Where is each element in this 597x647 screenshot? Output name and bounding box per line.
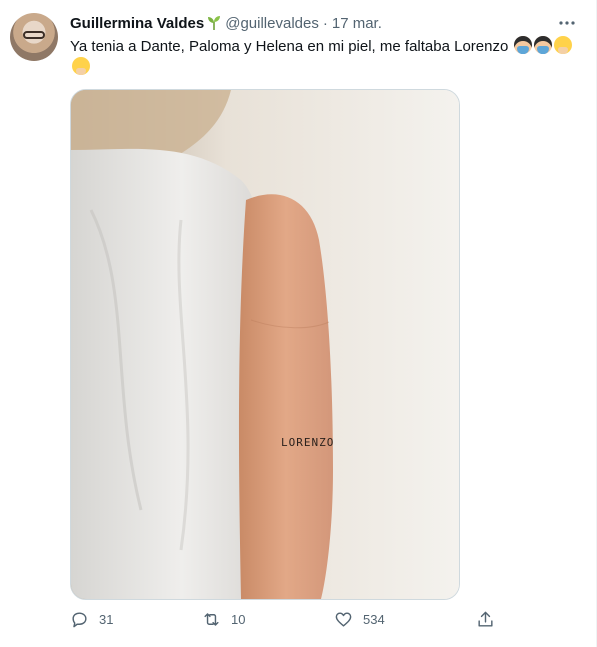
avatar[interactable] xyxy=(10,13,58,61)
more-options-icon[interactable] xyxy=(556,12,578,34)
share-icon xyxy=(478,611,493,627)
person-gesturing-no-icon xyxy=(554,36,573,54)
tweet-card[interactable]: Guillermina Valdes @guillevaldes · 17 ma… xyxy=(0,0,597,647)
person-gesturing-no-icon xyxy=(514,36,533,54)
seedling-icon xyxy=(208,16,221,30)
tweet-photo[interactable]: LORENZO xyxy=(70,89,460,600)
person-gesturing-no-icon xyxy=(72,57,90,75)
tweet-date[interactable]: 17 mar. xyxy=(332,15,382,32)
author-handle[interactable]: @guillevaldes xyxy=(225,15,319,32)
tweet-text: Ya tenia a Dante, Paloma y Helena en mi … xyxy=(70,38,509,55)
retweet-button[interactable]: 10 xyxy=(202,610,245,629)
person-gesturing-no-icon xyxy=(534,36,553,54)
avatar-glasses xyxy=(23,31,45,39)
separator-dot: · xyxy=(322,14,328,32)
tattoo-photo-illustration: LORENZO xyxy=(71,90,459,599)
reply-count: 31 xyxy=(99,612,114,627)
like-button[interactable]: 534 xyxy=(334,610,385,629)
retweet-icon xyxy=(204,613,219,626)
tattoo-text: LORENZO xyxy=(281,436,334,449)
reply-button[interactable]: 31 xyxy=(70,610,113,629)
retweet-count: 10 xyxy=(231,612,246,627)
tweet-header: Guillermina Valdes @guillevaldes · 17 ma… xyxy=(70,13,382,33)
reply-icon xyxy=(72,612,87,628)
tweet-text-block: Ya tenia a Dante, Paloma y Helena en mi … xyxy=(70,36,575,78)
author-name[interactable]: Guillermina Valdes xyxy=(70,15,204,32)
action-bar: 31 10 534 xyxy=(70,610,500,634)
heart-icon xyxy=(335,612,352,627)
share-button[interactable] xyxy=(476,610,505,629)
like-count: 534 xyxy=(363,612,385,627)
